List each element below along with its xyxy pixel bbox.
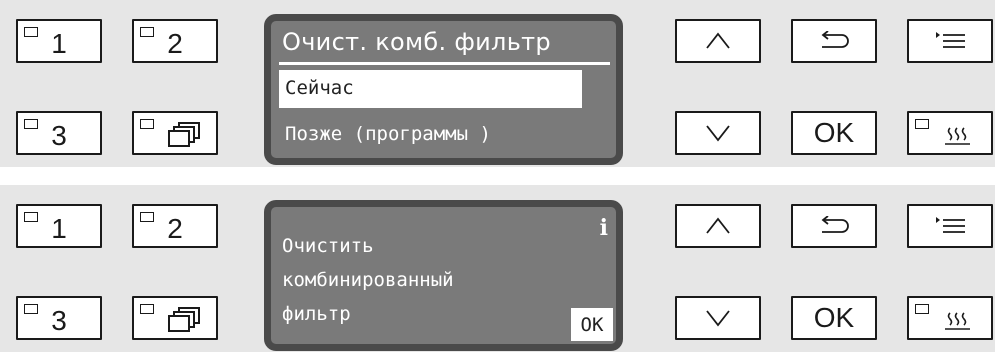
menu-button[interactable] xyxy=(907,204,993,248)
menu-list-icon xyxy=(936,217,965,233)
program-2-label: 2 xyxy=(167,28,183,59)
up-button[interactable] xyxy=(675,19,761,63)
program-3-button[interactable]: 3 xyxy=(16,111,102,155)
control-panel-top: 1 2 3 Очист. комб. фильтр Сейчас Позже (… xyxy=(0,0,995,167)
menu-option-selected[interactable]: Сейчас xyxy=(279,70,582,108)
ok-label: OK xyxy=(813,117,855,148)
led-indicator xyxy=(140,212,154,222)
ok-button[interactable]: OK xyxy=(791,111,877,155)
stacked-windows-icon xyxy=(168,122,200,147)
stacked-windows-icon xyxy=(168,307,200,332)
led-indicator xyxy=(140,304,154,314)
program-3-button[interactable]: 3 xyxy=(16,296,102,340)
drying-button[interactable] xyxy=(907,111,993,155)
info-icon: i xyxy=(599,215,608,241)
message-line-1: Очистить xyxy=(282,235,374,257)
chevron-up-icon xyxy=(706,217,730,234)
program-2-label: 2 xyxy=(167,213,183,244)
lcd-display: Очист. комб. фильтр Сейчас Позже (програ… xyxy=(264,14,623,165)
message-line-2: комбинированный xyxy=(282,269,454,291)
heat-waves-icon xyxy=(945,127,970,145)
menu-button[interactable] xyxy=(907,19,993,63)
back-button[interactable] xyxy=(791,204,877,248)
up-button[interactable] xyxy=(675,204,761,248)
led-indicator xyxy=(24,212,38,222)
chevron-up-icon xyxy=(706,32,730,49)
down-button[interactable] xyxy=(675,296,761,340)
program-1-button[interactable]: 1 xyxy=(16,19,102,63)
led-indicator xyxy=(24,119,38,129)
return-arrow-icon xyxy=(821,216,849,233)
led-indicator xyxy=(915,304,929,314)
control-panel-bottom: 1 2 3 Очистить комбинированный фильтр i … xyxy=(0,185,995,352)
program-3-label: 3 xyxy=(51,305,67,336)
led-indicator xyxy=(140,119,154,129)
message-line-3: фильтр xyxy=(282,303,351,325)
program-2-button[interactable]: 2 xyxy=(132,19,218,63)
chevron-down-icon xyxy=(706,125,730,142)
return-arrow-icon xyxy=(821,31,849,48)
title-divider xyxy=(279,62,610,65)
ok-softkey[interactable]: OK xyxy=(571,308,613,341)
led-indicator xyxy=(915,119,929,129)
heat-waves-icon xyxy=(945,312,970,330)
program-list-button[interactable] xyxy=(132,296,218,340)
menu-list-icon xyxy=(936,32,965,48)
program-1-label: 1 xyxy=(51,213,67,244)
program-1-button[interactable]: 1 xyxy=(16,204,102,248)
program-2-button[interactable]: 2 xyxy=(132,204,218,248)
lcd-display: Очистить комбинированный фильтр i OK xyxy=(264,200,623,351)
program-3-label: 3 xyxy=(51,120,67,151)
drying-button[interactable] xyxy=(907,296,993,340)
menu-option[interactable]: Позже (программы ) xyxy=(285,123,491,145)
led-indicator xyxy=(140,27,154,37)
ok-label: OK xyxy=(813,302,855,333)
ok-button[interactable]: OK xyxy=(791,296,877,340)
display-title: Очист. комб. фильтр xyxy=(282,28,551,56)
program-1-label: 1 xyxy=(51,28,67,59)
led-indicator xyxy=(24,304,38,314)
led-indicator xyxy=(24,27,38,37)
menu-option-label: Сейчас xyxy=(285,77,354,99)
chevron-down-icon xyxy=(706,310,730,327)
program-list-button[interactable] xyxy=(132,111,218,155)
back-button[interactable] xyxy=(791,19,877,63)
down-button[interactable] xyxy=(675,111,761,155)
